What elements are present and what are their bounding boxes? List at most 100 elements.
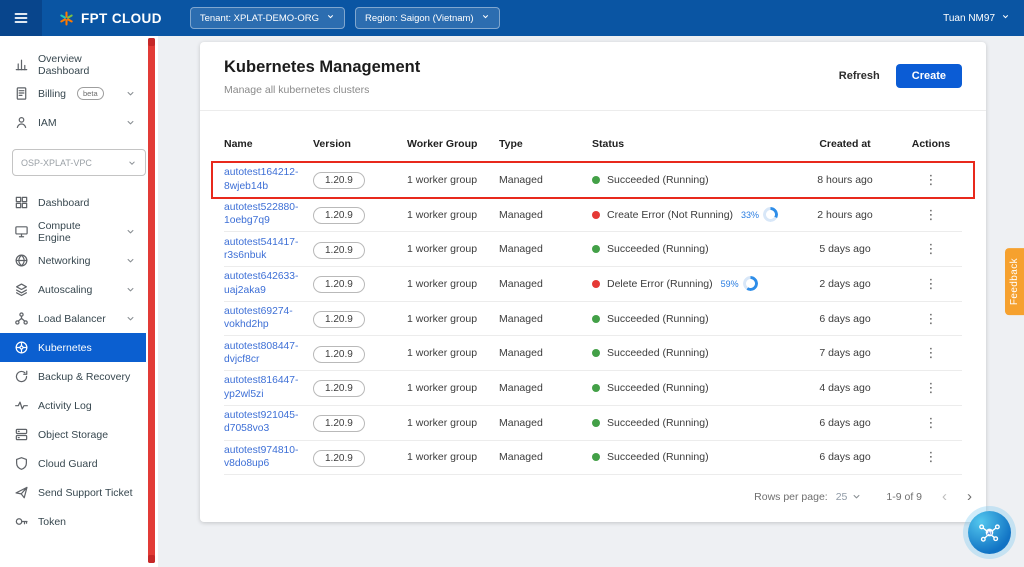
menu-button[interactable] — [0, 0, 42, 36]
sidebar-item-load-balancer[interactable]: Load Balancer — [0, 304, 146, 333]
created-at-cell: 4 days ago — [790, 382, 900, 394]
status-cell: Succeeded (Running) — [592, 347, 790, 359]
type-cell: Managed — [499, 347, 592, 359]
version-pill: 1.20.9 — [313, 380, 365, 397]
cluster-name-link[interactable]: autotest522880-1oebg7q9 — [224, 201, 309, 228]
kubernetes-card: Kubernetes Management Manage all kuberne… — [200, 42, 986, 522]
cluster-name-link[interactable]: autotest808447-dvjcf8cr — [224, 340, 309, 367]
row-actions-button[interactable]: ⋮ — [925, 450, 938, 463]
column-header-name: Name — [224, 138, 313, 150]
table-row: autotest164212-8wjeb14b1.20.91 worker gr… — [224, 163, 962, 198]
sidebar-item-backup-recovery[interactable]: Backup & Recovery — [0, 362, 146, 391]
progress-ring — [763, 207, 778, 222]
status-text: Create Error (Not Running) — [607, 209, 733, 221]
cluster-name-link[interactable]: autotest164212-8wjeb14b — [224, 166, 309, 193]
rows-per-page-select[interactable]: 25 — [836, 491, 863, 503]
sidebar-item-label: Object Storage — [38, 429, 108, 441]
row-actions-button[interactable]: ⋮ — [925, 242, 938, 255]
type-cell: Managed — [499, 278, 592, 290]
table-row: autotest522880-1oebg7q91.20.91 worker gr… — [224, 198, 962, 233]
cluster-name-link[interactable]: autotest921045-d7058vo3 — [224, 409, 309, 436]
next-page-button[interactable]: › — [967, 489, 972, 504]
sidebar-item-object-storage[interactable]: Object Storage — [0, 420, 146, 449]
lb-icon — [14, 311, 29, 326]
region-label: Region: Saigon (Vietnam) — [365, 13, 474, 24]
worker-group-cell: 1 worker group — [407, 209, 499, 221]
worker-group-cell: 1 worker group — [407, 451, 499, 463]
status-dot — [592, 245, 600, 253]
worker-group-cell: 1 worker group — [407, 174, 499, 186]
sidebar-item-networking[interactable]: Networking — [0, 246, 146, 275]
chevron-down-icon — [127, 158, 137, 168]
status-text: Delete Error (Running) — [607, 278, 713, 290]
pagination: Rows per page: 25 1-9 of 9 ‹ › — [200, 475, 986, 522]
svg-text:AI: AI — [987, 530, 992, 536]
row-actions-button[interactable]: ⋮ — [925, 277, 938, 290]
hamburger-icon — [13, 10, 29, 26]
autoscale-icon — [14, 282, 29, 297]
feedback-button[interactable]: Feedback — [1005, 248, 1024, 315]
sidebar-item-token[interactable]: Token — [0, 507, 146, 536]
sidebar-item-billing[interactable]: Billingbeta — [0, 79, 146, 108]
cluster-name-link[interactable]: autotest974810-v8do8up6 — [224, 444, 309, 471]
chevron-down-icon — [125, 88, 136, 99]
version-pill: 1.20.9 — [313, 311, 365, 328]
send-icon — [14, 485, 29, 500]
sidebar-item-activity-log[interactable]: Activity Log — [0, 391, 146, 420]
type-cell: Managed — [499, 451, 592, 463]
chevron-down-icon — [125, 255, 136, 266]
create-button[interactable]: Create — [896, 64, 962, 88]
cluster-name-link[interactable]: autotest69274-vokhd2hp — [224, 305, 309, 332]
row-actions-button[interactable]: ⋮ — [925, 208, 938, 221]
vpc-select[interactable]: OSP-XPLAT-VPC — [12, 149, 146, 176]
table-body: autotest164212-8wjeb14b 1.20.9 1 worker gr… — [224, 163, 962, 475]
sidebar-item-overview-dashboard[interactable]: Overview Dashboard — [0, 50, 146, 79]
chevron-down-icon — [125, 117, 136, 128]
row-actions-button[interactable]: ⋮ — [925, 173, 938, 186]
version-pill: 1.20.9 — [313, 242, 365, 259]
tenant-select[interactable]: Tenant: XPLAT-DEMO-ORG — [190, 7, 345, 29]
billing-icon — [14, 86, 29, 101]
ai-assistant-button[interactable]: AI — [968, 511, 1011, 554]
worker-group-cell: 1 worker group — [407, 313, 499, 325]
table-row: autotest921045-d7058vo31.20.91 worker gr… — [224, 406, 962, 441]
refresh-button[interactable]: Refresh — [839, 70, 880, 82]
sidebar-item-send-support-ticket[interactable]: Send Support Ticket — [0, 478, 146, 507]
sidebar-item-label: Autoscaling — [38, 284, 92, 296]
row-actions-button[interactable]: ⋮ — [925, 312, 938, 325]
k8s-icon — [14, 340, 29, 355]
type-cell: Managed — [499, 417, 592, 429]
cluster-name-link[interactable]: autotest541417-r3s6nbuk — [224, 236, 309, 263]
cluster-name-link[interactable]: autotest816447-yp2wl5zi — [224, 374, 309, 401]
chart-icon — [14, 57, 29, 72]
backup-icon — [14, 369, 29, 384]
row-actions-button[interactable]: ⋮ — [925, 381, 938, 394]
row-actions-button[interactable]: ⋮ — [925, 346, 938, 359]
page-title: Kubernetes Management — [224, 58, 420, 77]
status-dot — [592, 384, 600, 392]
row-actions-button[interactable]: ⋮ — [925, 416, 938, 429]
prev-page-button[interactable]: ‹ — [942, 489, 947, 504]
cluster-name-link[interactable]: autotest642633-uaj2aka9 — [224, 270, 309, 297]
main-content: Kubernetes Management Manage all kuberne… — [158, 36, 1024, 567]
region-select[interactable]: Region: Saigon (Vietnam) — [355, 7, 500, 29]
sidebar-main-nav: DashboardCompute EngineNetworking Autosca… — [0, 188, 158, 536]
sidebar-item-dashboard[interactable]: Dashboard — [0, 188, 146, 217]
table-row: autotest974810-v8do8up61.20.91 worker gr… — [224, 441, 962, 476]
sidebar-item-label: Activity Log — [38, 400, 92, 412]
sidebar-item-label: Backup & Recovery — [38, 371, 130, 383]
iam-icon — [14, 115, 29, 130]
column-header-created-at: Created at — [790, 138, 900, 150]
sidebar-item-cloud-guard[interactable]: Cloud Guard — [0, 449, 146, 478]
dashboard-icon — [14, 195, 29, 210]
status-dot — [592, 280, 600, 288]
sidebar-item-iam[interactable]: IAM — [0, 108, 146, 137]
sidebar-item-compute-engine[interactable]: Compute Engine — [0, 217, 146, 246]
sidebar-scrollbar[interactable] — [148, 38, 155, 563]
sidebar-item-autoscaling[interactable]: Autoscaling — [0, 275, 146, 304]
status-cell: Succeeded (Running) — [592, 243, 790, 255]
sidebar-item-label: Token — [38, 516, 66, 528]
sidebar-item-kubernetes[interactable]: Kubernetes — [0, 333, 146, 362]
user-menu[interactable]: Tuan NM97 — [943, 12, 1010, 24]
token-icon — [14, 514, 29, 529]
